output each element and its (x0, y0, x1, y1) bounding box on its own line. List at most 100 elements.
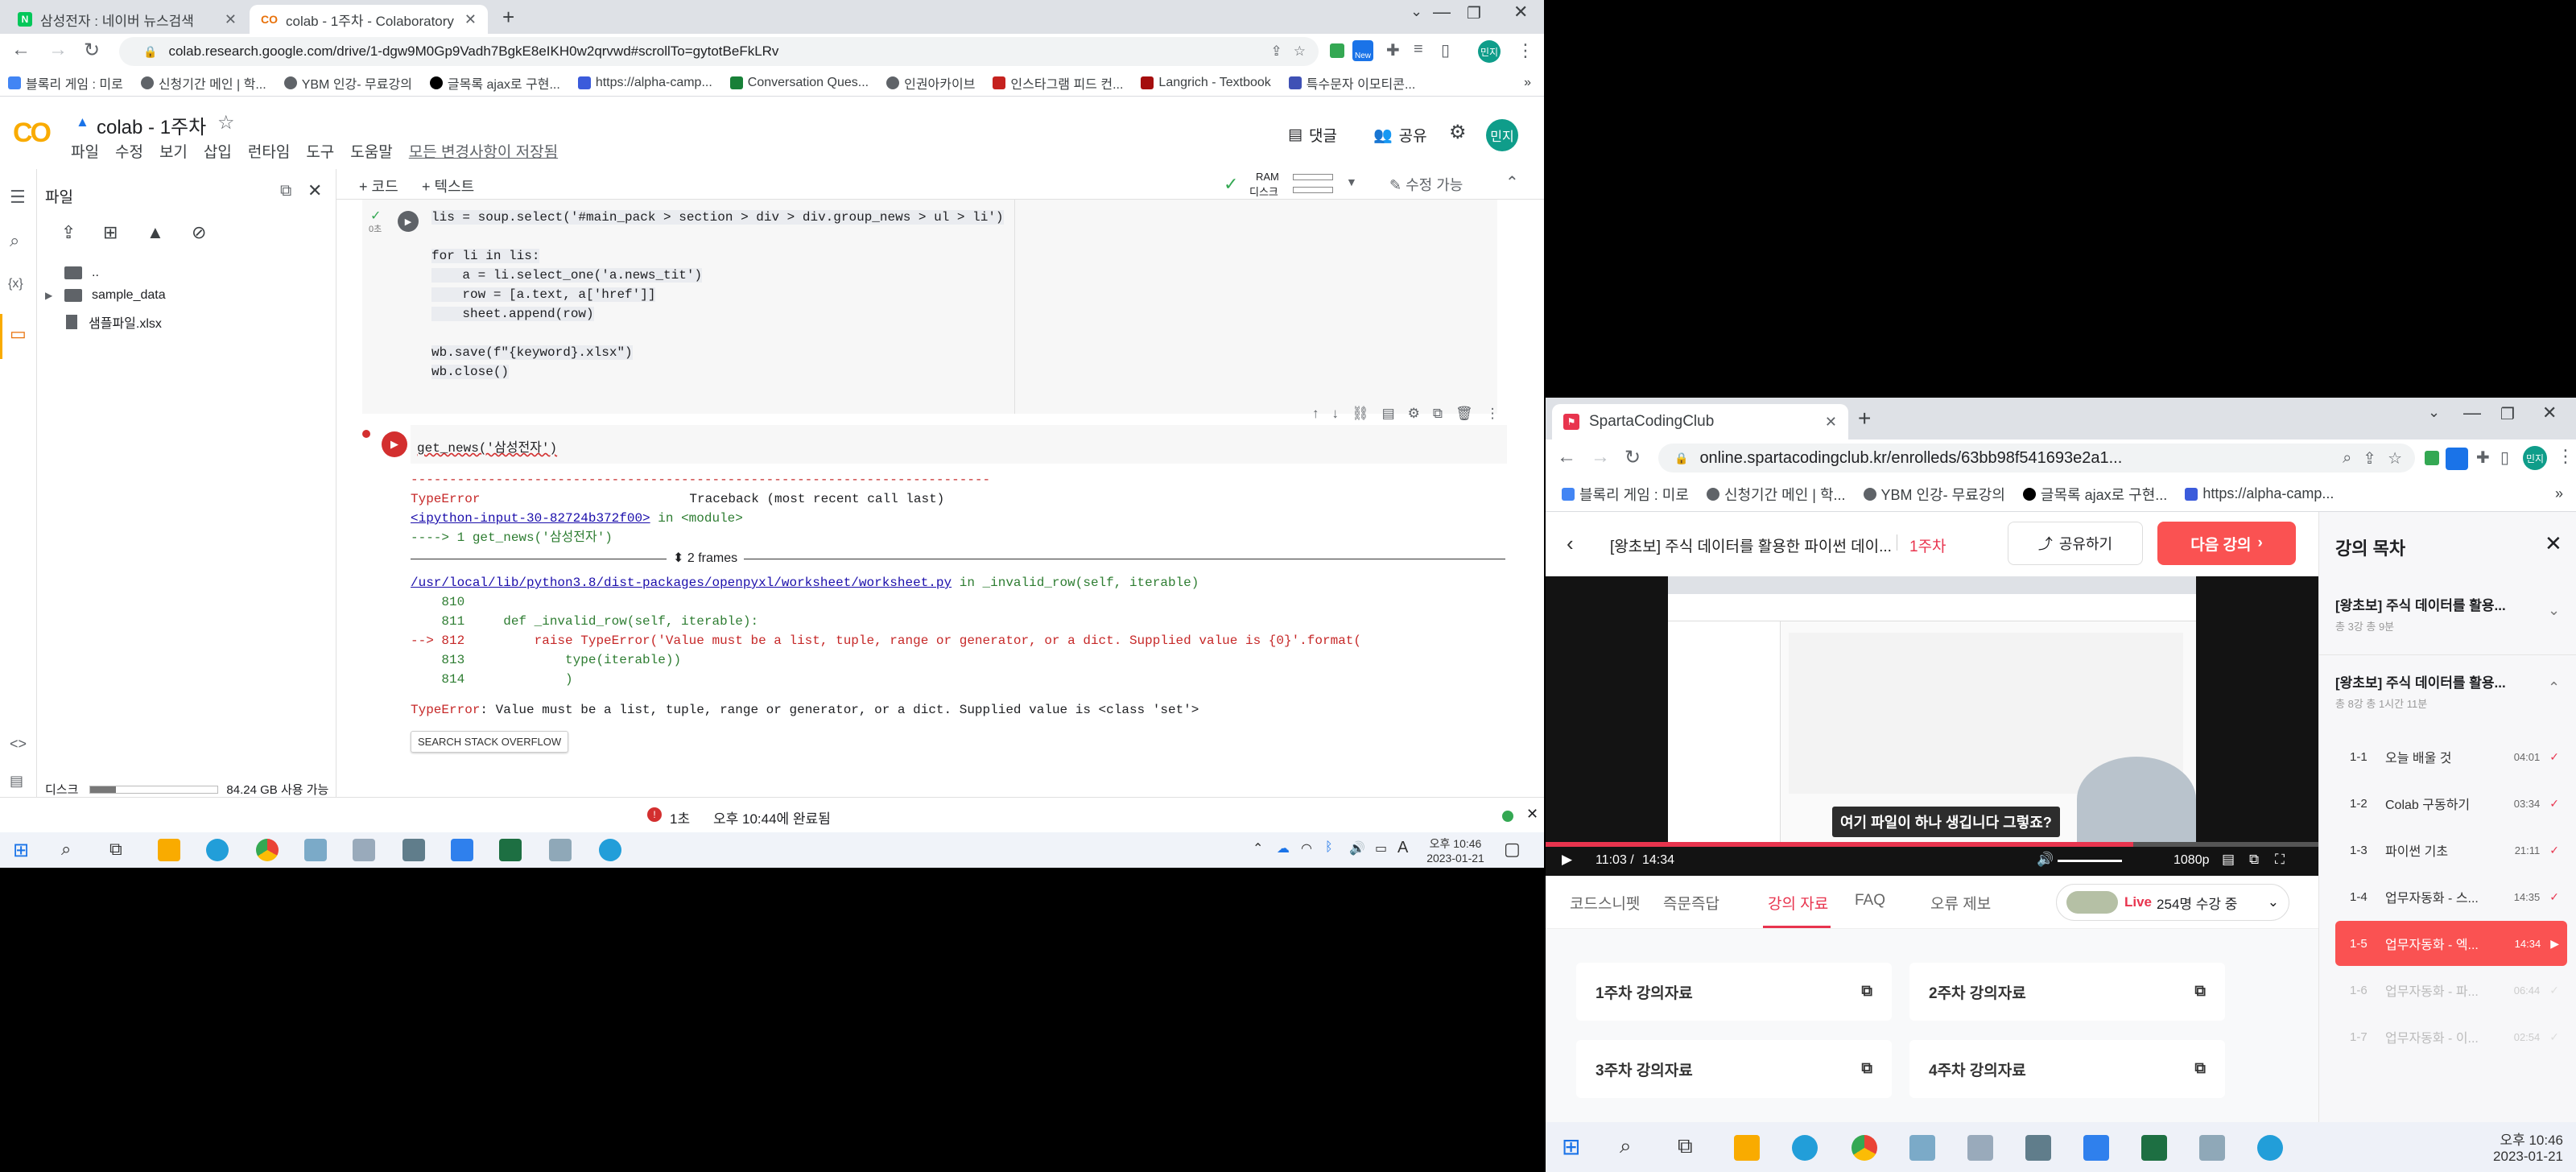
side-panel-icon[interactable]: ▯ (2500, 448, 2509, 468)
bookmark-item[interactable]: Conversation Ques... (729, 76, 869, 90)
reading-list-icon[interactable]: ≡ (1414, 40, 1423, 59)
bookmark-item[interactable]: 글목록 ajax로 구현... (2022, 484, 2167, 505)
material-week1[interactable]: 1주차 강의자료 ⧉ (1576, 963, 1892, 1021)
completion-status[interactable]: 오후 10:44에 완료됨 (713, 807, 831, 827)
reload-icon[interactable]: ↻ (84, 39, 100, 62)
telegram-icon[interactable] (599, 839, 621, 861)
mount-drive-icon[interactable]: ▲ (147, 222, 164, 243)
ime-indicator[interactable]: A (1397, 839, 1408, 857)
tab-qna[interactable]: 즉문즉답 (1663, 892, 1719, 914)
material-week4[interactable]: 4주차 강의자료 ⧉ (1909, 1040, 2225, 1098)
menu-insert[interactable]: 삽입 (204, 140, 232, 162)
traceback-file-link[interactable]: /usr/local/lib/python3.8/dist-packages/o… (411, 576, 952, 590)
notification-icon[interactable]: ▢ (1504, 839, 1521, 860)
live-viewers[interactable]: Live 254명 수강 중 ⌄ (2056, 884, 2289, 921)
windows-start-icon[interactable]: ⊞ (1562, 1133, 1580, 1160)
collapse-header-icon[interactable]: ⌃ (1505, 172, 1519, 192)
toc-icon[interactable]: ☰ (10, 187, 26, 208)
wifi-icon[interactable]: ◠ (1301, 840, 1312, 856)
toc-course-2[interactable]: [왕초보] 주식 데이터를 활용... 총 8강 총 1시간 11분 ⌃ (2319, 655, 2576, 732)
material-week2[interactable]: 2주차 강의자료 ⧉ (1909, 963, 2225, 1021)
tab-search-icon[interactable]: ⌄ (2428, 404, 2440, 421)
edit-mode-button[interactable]: ✎ 수정 가능 (1389, 174, 1463, 195)
minimize-button[interactable]: — (2463, 402, 2481, 423)
url-bar[interactable]: 🔒 colab.research.google.com/drive/1-dgw9… (119, 37, 1319, 66)
code-snippets-icon[interactable]: <> (10, 736, 27, 753)
share-button[interactable]: ⤴ 공유하기 (2008, 522, 2143, 565)
close-panel-icon[interactable]: ✕ (308, 180, 322, 201)
menu-tools[interactable]: 도구 (306, 140, 334, 162)
tab-colab[interactable]: CO colab - 1주차 - Colaboratory ✕ (250, 5, 488, 34)
url-bar[interactable]: 🔒 online.spartacodingclub.kr/enrolleds/6… (1658, 444, 2415, 473)
bookmark-item[interactable]: 신청기간 메인 | 학... (140, 73, 266, 93)
forward-icon[interactable]: → (1591, 446, 1610, 468)
calculator-icon[interactable] (2025, 1135, 2051, 1161)
minimize-button[interactable]: — (1433, 2, 1451, 23)
clock[interactable]: 오후 10:46 2023-01-21 (1425, 836, 1486, 865)
disk-meter[interactable] (1293, 187, 1333, 193)
frames-toggle[interactable]: ⬍ 2 frames (411, 547, 1505, 573)
notes-icon[interactable] (2083, 1135, 2109, 1161)
paint-icon[interactable] (1967, 1135, 1993, 1161)
menu-help[interactable]: 도움말 (350, 140, 392, 162)
add-text-button[interactable]: + 텍스트 (422, 175, 474, 196)
more-menu-icon[interactable]: ⋮ (2557, 446, 2574, 467)
pip-icon[interactable]: ⧉ (2249, 852, 2259, 868)
share-page-icon[interactable]: ⇪ (2363, 448, 2376, 468)
tab-sparta[interactable]: ⚑ SpartaCodingClub ✕ (1552, 404, 1848, 440)
file-item-xlsx[interactable]: 샘플파일.xlsx (66, 312, 162, 332)
close-tab-icon[interactable]: ✕ (464, 11, 477, 28)
notebook-title[interactable]: colab - 1주차 (97, 111, 206, 139)
close-tab-icon[interactable]: ✕ (1825, 414, 1837, 431)
search-icon[interactable]: ⌕ (10, 230, 19, 251)
bluetooth-icon[interactable]: ᛒ (1325, 840, 1333, 855)
excel-icon[interactable] (499, 839, 522, 861)
new-tab-button[interactable]: + (502, 5, 514, 30)
resources-dropdown-icon[interactable]: ▼ (1346, 175, 1357, 188)
paint-icon[interactable] (353, 839, 375, 861)
back-icon[interactable]: ← (11, 39, 31, 61)
new-extension-icon[interactable] (2446, 448, 2468, 470)
delete-icon[interactable]: 🗑 (1455, 406, 1473, 422)
exec-time[interactable]: 1초 (670, 807, 690, 827)
calculator-icon[interactable] (402, 839, 425, 861)
restore-button[interactable]: ❐ (1467, 3, 1481, 23)
zoom-icon[interactable]: ⌕ (2343, 449, 2351, 468)
settings-gear-icon[interactable]: ⚙ (1449, 121, 1467, 144)
bookmark-item[interactable]: 특수문자 이모티콘... (1288, 73, 1415, 93)
new-tab-button[interactable]: + (1858, 406, 1871, 431)
volume-slider[interactable] (2058, 860, 2122, 862)
cell-2-editor[interactable]: get_news('삼성전자') (411, 425, 1507, 464)
bookmark-item[interactable]: 블록리 게임 : 미로 (8, 73, 123, 93)
comment-icon[interactable]: ▤ (1382, 406, 1395, 422)
search-icon[interactable]: ⌕ (61, 839, 71, 860)
profile-avatar[interactable]: 민지 (2523, 446, 2547, 470)
toc-course-1[interactable]: [왕초보] 주식 데이터를 활용... 총 3강 총 9분 ⌄ (2319, 578, 2576, 655)
file-item-parent[interactable]: .. (64, 266, 99, 280)
chrome-icon[interactable] (256, 839, 279, 861)
puzzle-icon[interactable]: ✚ (1386, 40, 1400, 60)
bookmark-star-icon[interactable]: ☆ (1294, 43, 1306, 60)
star-icon[interactable]: ☆ (217, 111, 235, 134)
bookmark-item[interactable]: 신청기간 메인 | 학... (1706, 484, 1846, 505)
pen-app-icon[interactable] (2199, 1135, 2225, 1161)
chevron-down-icon[interactable]: ⌄ (2548, 602, 2560, 619)
pen-app-icon[interactable] (549, 839, 572, 861)
bookmark-item[interactable]: 글목록 ajax로 구현... (429, 73, 560, 93)
lecture-item[interactable]: 1-6 업무자동화 - 파... 06:44 ✓ (2335, 968, 2567, 1013)
bookmark-item[interactable]: 인스타그램 피드 컨... (993, 73, 1123, 93)
task-view-icon[interactable]: ⧉ (109, 839, 122, 860)
account-avatar[interactable]: 민지 (1486, 119, 1518, 151)
fullscreen-icon[interactable]: ⛶ (2275, 852, 2285, 868)
open-in-tab-icon[interactable]: ⧉ (280, 182, 291, 200)
battery-icon[interactable]: ▭ (1375, 840, 1387, 856)
notes-icon[interactable] (451, 839, 473, 861)
lecture-item[interactable]: 1-7 업무자동화 - 이... 02:54 ✓ (2335, 1014, 2567, 1059)
play-icon[interactable]: ▶ (1562, 852, 1572, 868)
comment-button[interactable]: ▤ 댓글 (1288, 124, 1337, 146)
telegram-icon[interactable] (206, 839, 229, 861)
save-status[interactable]: 모든 변경사항이 저장됨 (409, 140, 558, 162)
telegram-icon[interactable] (1792, 1135, 1818, 1161)
hide-files-icon[interactable]: ⊘ (192, 222, 206, 243)
onedrive-icon[interactable]: ☁ (1277, 840, 1290, 856)
